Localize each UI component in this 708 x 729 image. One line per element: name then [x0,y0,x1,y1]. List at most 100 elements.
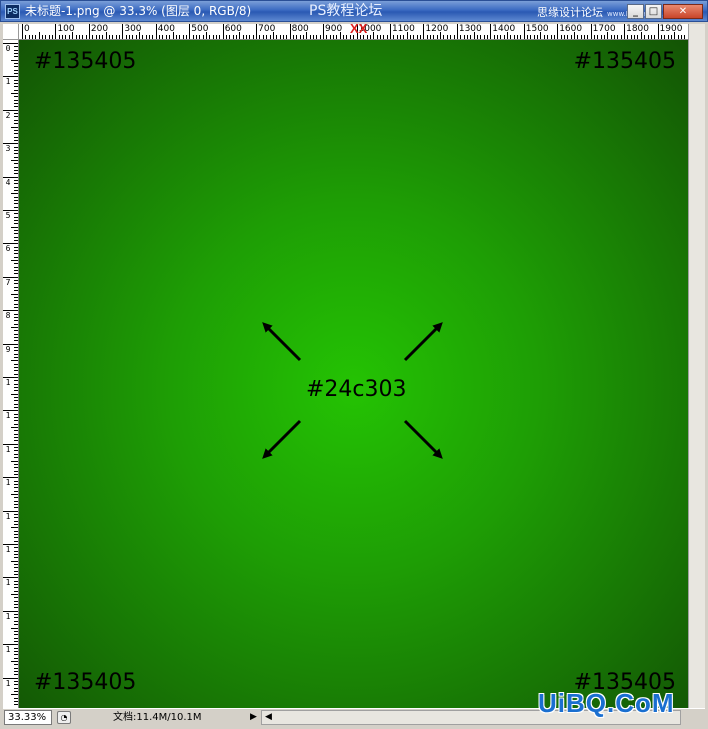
ruler-minor-tick [14,136,18,138]
ruler-minor-tick [11,694,18,696]
ruler-minor-tick [14,66,18,68]
vertical-scrollbar[interactable] [688,24,705,708]
ruler-minor-tick [14,320,18,322]
ruler-major-tick [256,24,258,39]
ruler-minor-tick [480,35,482,39]
ruler-major-tick [155,24,157,39]
ruler-minor-tick [14,400,18,402]
ruler-minor-tick [11,126,18,128]
ruler-minor-tick [14,189,18,191]
ruler-minor-tick [376,35,378,39]
close-button[interactable]: ✕ [663,4,703,19]
ruler-minor-tick [14,457,18,459]
ruler-top-label: 1600 [559,24,583,34]
document-canvas[interactable]: #135405 #135405 #135405 #135405 #24c303 [19,40,688,708]
ruler-minor-tick [266,35,268,39]
ruler-minor-tick [14,420,18,422]
ruler-major-tick [189,24,191,39]
ruler-minor-tick [14,513,18,515]
ruler-left-label: 1 [5,511,11,521]
watermark-right: 思缘设计论坛 [537,6,603,19]
ruler-left-label: 1 [5,578,11,588]
vertical-ruler[interactable]: 0 1 2 3 4 5 6 7 8 9 1 1 1 1 1 1 1 1 1 1 [3,40,19,708]
maximize-button[interactable]: □ [645,4,662,19]
ruler-minor-tick [135,35,137,39]
ruler-minor-tick [583,35,585,39]
ruler-minor-tick [14,373,18,375]
ruler-left-label: 1 [5,411,11,421]
ruler-minor-tick [14,83,18,85]
ruler-minor-tick [486,35,488,39]
ruler-minor-tick [610,35,612,39]
ruler-minor-tick [14,350,18,352]
ruler-minor-tick [269,35,271,39]
ruler-minor-tick [14,597,18,599]
ruler-left-label: 1 [5,678,11,688]
ruler-minor-tick [14,156,18,158]
photoshop-icon: PS [5,4,20,19]
ruler-minor-tick [670,35,672,39]
arrow-down-left-icon [262,419,302,459]
ruler-minor-tick [473,32,475,39]
ruler-minor-tick [14,56,18,58]
ruler-minor-tick [202,35,204,39]
ruler-minor-tick [14,670,18,672]
ruler-minor-tick [14,490,18,492]
ruler-minor-tick [85,35,87,39]
arrow-down-right-icon [403,419,443,459]
scroll-left-arrow-icon[interactable]: ◀ [265,712,272,723]
ruler-minor-tick [430,35,432,39]
ruler-minor-tick [11,427,18,429]
ruler-minor-tick [14,537,18,539]
ruler-minor-tick [165,35,167,39]
ruler-minor-tick [14,53,18,55]
ruler-minor-tick [145,35,147,39]
ruler-minor-tick [577,35,579,39]
ruler-minor-tick [14,397,18,399]
ruler-major-tick [222,24,224,39]
ruler-minor-tick [14,233,18,235]
ruler-minor-tick [433,35,435,39]
ruler-minor-tick [14,680,18,682]
ruler-minor-tick [500,35,502,39]
ruler-minor-tick [242,35,244,39]
ruler-minor-tick [14,473,18,475]
ruler-minor-tick [14,216,18,218]
ruler-major-tick [557,24,559,39]
ruler-minor-tick [14,590,18,592]
ruler-minor-tick [14,440,18,442]
ruler-top-label: 1200 [425,24,449,34]
status-menu-arrow-icon[interactable]: ▶ [250,712,257,723]
ruler-minor-tick [14,547,18,549]
ruler-minor-tick [14,564,18,566]
ruler-minor-tick [105,32,107,39]
ruler-minor-tick [209,35,211,39]
ruler-minor-tick [14,273,18,275]
ruler-minor-tick [14,483,18,485]
status-icon[interactable]: ◔ [57,711,71,724]
ruler-minor-tick [14,316,18,318]
ruler-origin[interactable] [3,24,19,40]
ruler-major-tick [122,24,124,39]
ruler-minor-tick [14,323,18,325]
ruler-minor-tick [11,393,18,395]
ruler-minor-tick [14,363,18,365]
ruler-minor-tick [677,35,679,39]
ruler-minor-tick [25,35,27,39]
minimize-button[interactable]: _ [627,4,644,19]
ruler-minor-tick [510,35,512,39]
ruler-minor-tick [14,567,18,569]
ruler-minor-tick [513,35,515,39]
ruler-minor-tick [11,560,18,562]
ruler-minor-tick [617,35,619,39]
ruler-minor-tick [530,35,532,39]
ruler-major-tick [22,24,23,39]
ruler-minor-tick [115,35,117,39]
ruler-minor-tick [14,250,18,252]
zoom-input[interactable]: 33.33% [4,710,52,725]
ruler-minor-tick [570,35,572,39]
ruler-minor-tick [14,503,18,505]
ruler-major-tick [88,24,90,39]
ruler-minor-tick [399,35,401,39]
ruler-minor-tick [14,507,18,509]
